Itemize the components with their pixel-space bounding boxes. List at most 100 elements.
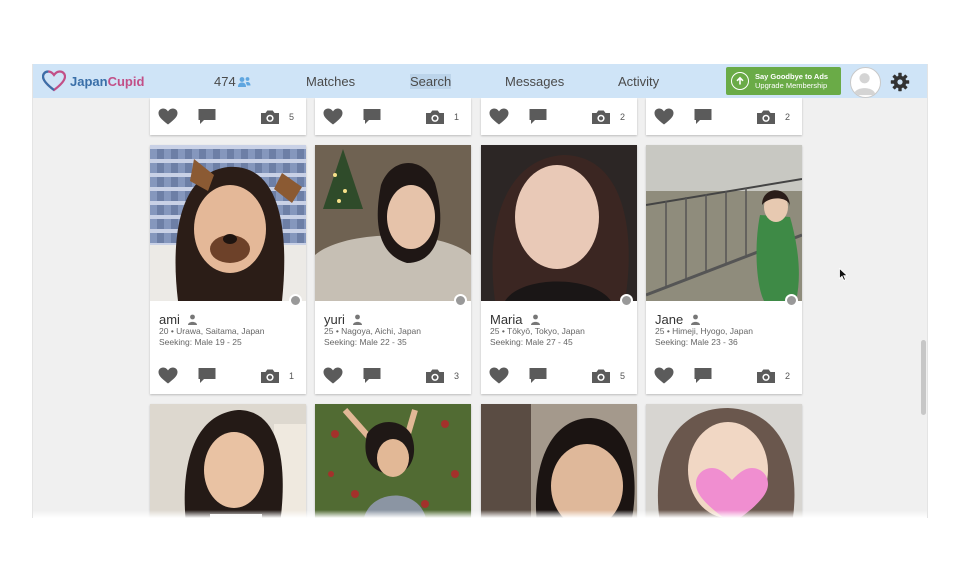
people-icon xyxy=(237,76,251,87)
profile-photo[interactable] xyxy=(150,145,306,301)
person-icon xyxy=(352,314,362,325)
logo-text: JapanCupid xyxy=(70,73,145,89)
user-avatar[interactable] xyxy=(850,67,881,98)
profile-card[interactable]: yuri 25 • Nagoya, Aichi, Japan Seeking: … xyxy=(315,145,471,394)
camera-icon[interactable] xyxy=(756,368,776,384)
profile-photo[interactable] xyxy=(315,145,471,301)
photo-count: 1 xyxy=(289,371,295,381)
profile-photo[interactable] xyxy=(150,404,306,518)
profile-seeking: Seeking: Male 27 - 45 xyxy=(490,337,573,347)
profile-photo[interactable] xyxy=(481,404,637,518)
comment-icon[interactable] xyxy=(693,367,713,384)
heart-icon[interactable] xyxy=(654,367,674,384)
camera-icon[interactable] xyxy=(425,368,445,384)
mouse-cursor-icon xyxy=(839,268,848,281)
comment-icon[interactable] xyxy=(362,367,382,384)
card-actions: 5 xyxy=(481,361,637,389)
card-actions: 1 xyxy=(150,361,306,389)
profile-location: 20 • Urawa, Saitama, Japan xyxy=(159,326,265,336)
heart-icon[interactable] xyxy=(158,108,178,125)
profile-card-partial[interactable] xyxy=(315,404,471,518)
profile-photo[interactable] xyxy=(315,404,471,518)
profile-location: 25 • Himeji, Hyogo, Japan xyxy=(655,326,753,336)
profile-location: 25 • Tōkyō, Tokyo, Japan xyxy=(490,326,585,336)
profile-card-partial[interactable] xyxy=(481,404,637,518)
online-status-dot xyxy=(454,294,467,307)
logo[interactable]: JapanCupid xyxy=(42,70,144,92)
camera-icon[interactable] xyxy=(260,368,280,384)
profile-location: 25 • Nagoya, Aichi, Japan xyxy=(324,326,422,336)
profile-card-partial[interactable] xyxy=(150,404,306,518)
profile-card[interactable]: ami 20 • Urawa, Saitama, Japan Seeking: … xyxy=(150,145,306,394)
online-status-dot xyxy=(289,294,302,307)
upgrade-text: Say Goodbye to Ads Upgrade Membership xyxy=(755,72,829,90)
profile-card[interactable]: Jane 25 • Himeji, Hyogo, Japan Seeking: … xyxy=(646,145,802,394)
bottom-fade xyxy=(33,510,927,518)
card-actions: 5 xyxy=(150,102,306,130)
heart-logo-icon xyxy=(42,70,66,92)
upgrade-membership-button[interactable]: Say Goodbye to Ads Upgrade Membership xyxy=(726,67,841,95)
card-actions: 2 xyxy=(646,361,802,389)
photo-count: 2 xyxy=(620,112,626,122)
person-icon xyxy=(530,314,540,325)
photo-count: 2 xyxy=(785,371,791,381)
photo-count: 3 xyxy=(454,371,460,381)
gear-icon[interactable] xyxy=(890,72,910,92)
person-icon xyxy=(187,314,197,325)
profile-name[interactable]: Maria xyxy=(490,312,541,327)
heart-icon[interactable] xyxy=(323,367,343,384)
nav-search[interactable]: Search xyxy=(410,74,452,89)
heart-icon[interactable] xyxy=(323,108,343,125)
nav-activity[interactable]: Activity xyxy=(618,74,659,89)
card-actions: 1 xyxy=(315,102,471,130)
card-actions: 2 xyxy=(481,102,637,130)
camera-icon[interactable] xyxy=(591,109,611,125)
card-actions: 2 xyxy=(646,102,802,130)
profile-card-partial[interactable]: 2 xyxy=(481,98,637,135)
profile-photo[interactable] xyxy=(481,145,637,301)
online-status-dot xyxy=(620,294,633,307)
comment-icon[interactable] xyxy=(528,367,548,384)
profile-seeking: Seeking: Male 22 - 35 xyxy=(324,337,407,347)
upload-arrow-icon xyxy=(731,72,749,90)
photo-count: 5 xyxy=(620,371,626,381)
online-status-dot xyxy=(785,294,798,307)
profile-name[interactable]: yuri xyxy=(324,312,363,327)
app-window: JapanCupid 474 Matches Search Messages A… xyxy=(32,64,928,518)
camera-icon[interactable] xyxy=(756,109,776,125)
camera-icon[interactable] xyxy=(425,109,445,125)
profile-photo[interactable] xyxy=(646,145,802,301)
online-counter[interactable]: 474 xyxy=(214,74,251,89)
profile-seeking: Seeking: Male 23 - 36 xyxy=(655,337,738,347)
camera-icon[interactable] xyxy=(260,109,280,125)
nav-matches[interactable]: Matches xyxy=(306,74,355,89)
nav-messages[interactable]: Messages xyxy=(505,74,564,89)
top-navbar: JapanCupid 474 Matches Search Messages A… xyxy=(33,64,927,98)
photo-count: 2 xyxy=(785,112,791,122)
photo-count: 5 xyxy=(289,112,295,122)
profile-card-partial[interactable]: 2 xyxy=(646,98,802,135)
person-icon xyxy=(691,314,701,325)
heart-icon[interactable] xyxy=(158,367,178,384)
profile-card[interactable]: Maria 25 • Tōkyō, Tokyo, Japan Seeking: … xyxy=(481,145,637,394)
heart-icon[interactable] xyxy=(489,108,509,125)
comment-icon[interactable] xyxy=(693,108,713,125)
profile-card-partial[interactable] xyxy=(646,404,802,518)
heart-icon[interactable] xyxy=(654,108,674,125)
profile-name[interactable]: Jane xyxy=(655,312,701,327)
comment-icon[interactable] xyxy=(197,108,217,125)
profile-seeking: Seeking: Male 19 - 25 xyxy=(159,337,242,347)
profile-card-partial[interactable]: 1 xyxy=(315,98,471,135)
online-count: 474 xyxy=(214,74,236,89)
comment-icon[interactable] xyxy=(197,367,217,384)
heart-icon[interactable] xyxy=(489,367,509,384)
photo-count: 1 xyxy=(454,112,460,122)
card-actions: 3 xyxy=(315,361,471,389)
scrollbar-thumb[interactable] xyxy=(921,340,926,415)
camera-icon[interactable] xyxy=(591,368,611,384)
profile-card-partial[interactable]: 5 xyxy=(150,98,306,135)
comment-icon[interactable] xyxy=(362,108,382,125)
comment-icon[interactable] xyxy=(528,108,548,125)
profile-name[interactable]: ami xyxy=(159,312,198,327)
profile-photo[interactable] xyxy=(646,404,802,518)
